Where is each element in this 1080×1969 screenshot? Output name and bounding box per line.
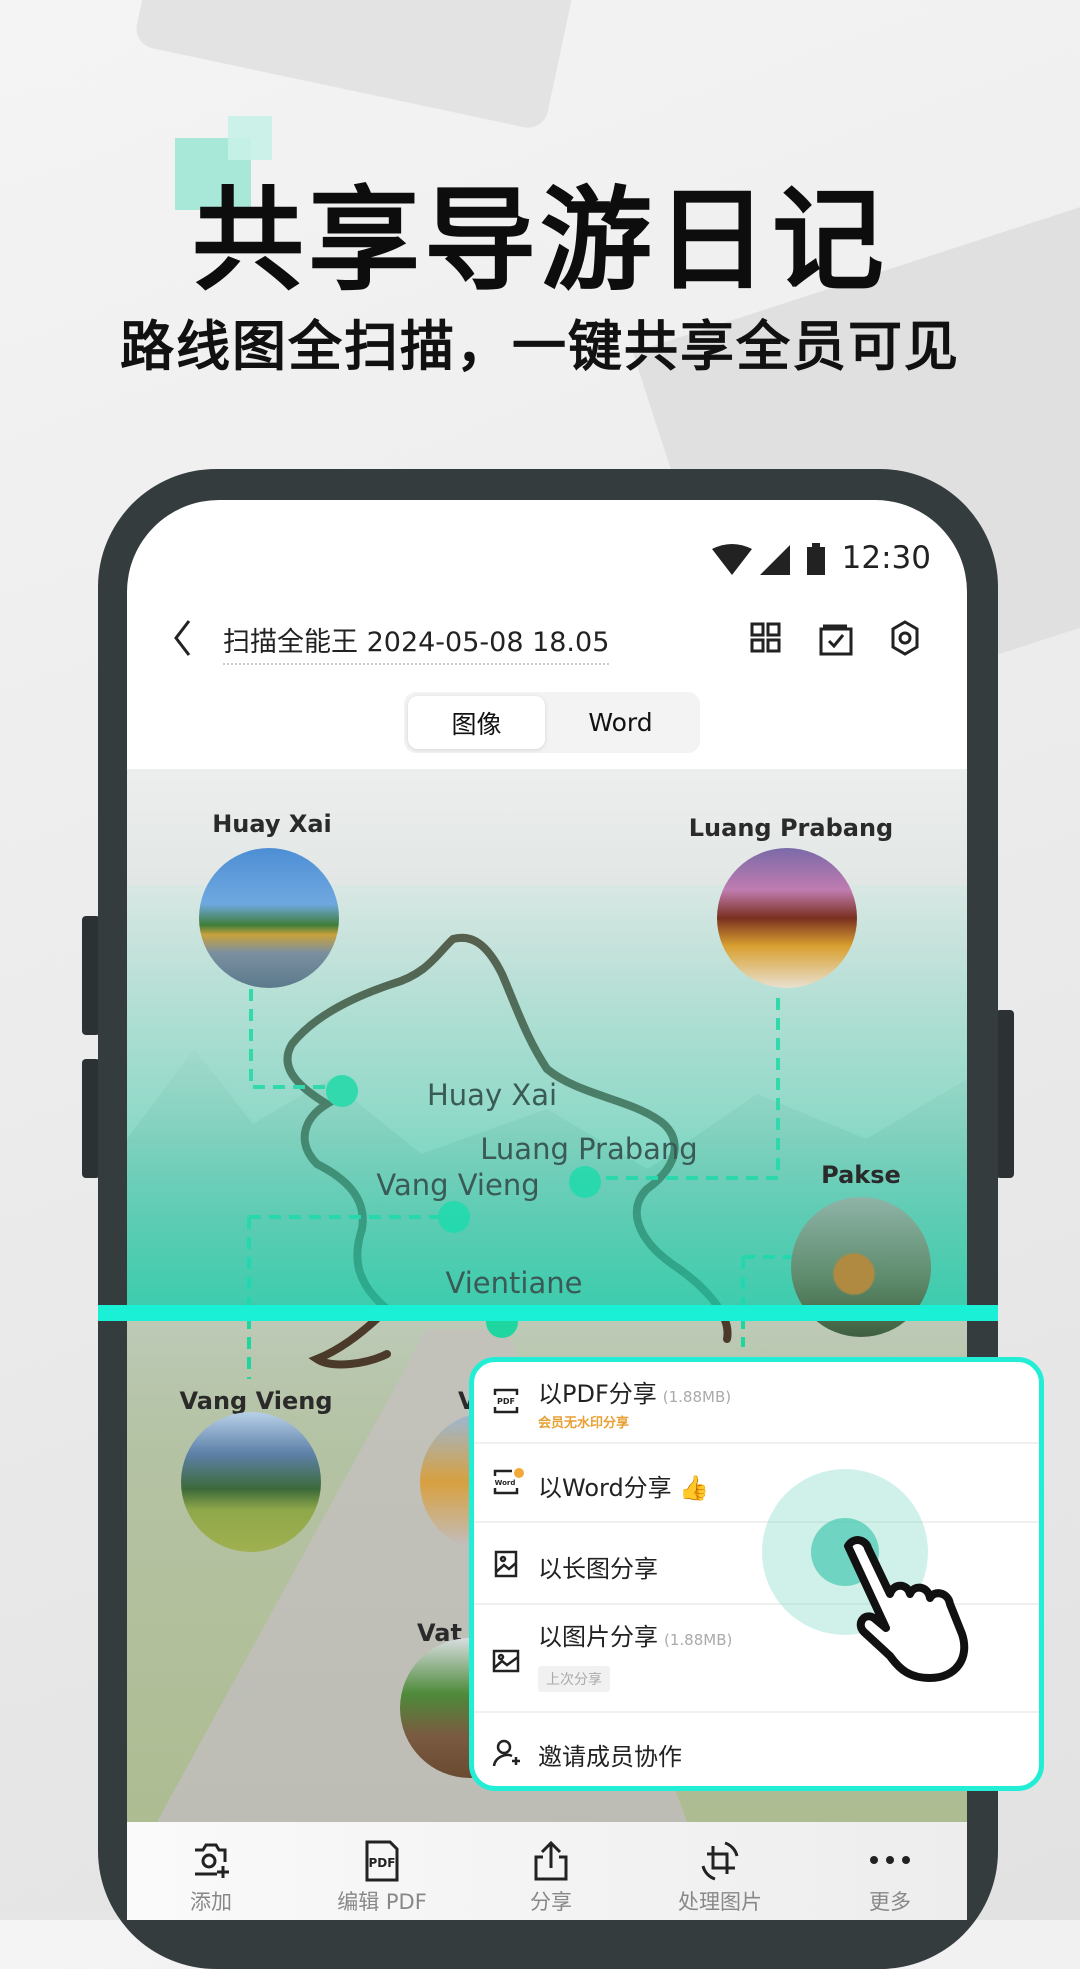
route-label-luang-prabang: Luang Prabang xyxy=(480,1132,698,1166)
svg-text:Word: Word xyxy=(495,1479,516,1487)
status-time: 12:30 xyxy=(841,540,931,576)
photo-label-luang-prabang: Luang Prabang xyxy=(688,814,894,842)
thumbs-up-icon: 👍 xyxy=(679,1474,710,1502)
share-pdf-item[interactable]: PDF 以PDF分享 (1.88MB) 会员无水印分享 xyxy=(474,1362,1039,1444)
share-long-image-label: 以长图分享 xyxy=(538,1555,658,1583)
scan-line xyxy=(98,1305,998,1321)
settings-icon[interactable] xyxy=(887,620,923,656)
wifi-icon xyxy=(712,544,752,575)
tab-image[interactable]: 图像 xyxy=(408,696,545,749)
pdf-icon: PDF xyxy=(493,1388,519,1414)
share-button[interactable]: 分享 xyxy=(481,1822,621,1920)
svg-text:PDF: PDF xyxy=(497,1397,515,1406)
view-toggle: 图像 Word xyxy=(404,692,700,753)
vip-note: 会员无水印分享 xyxy=(538,1416,630,1431)
route-label-vientiane: Vientiane xyxy=(445,1266,583,1300)
grid-view-icon[interactable] xyxy=(750,622,782,654)
photo-luang-prabang xyxy=(717,848,857,988)
invite-member-item[interactable]: 邀请成员协作 xyxy=(474,1713,1039,1786)
add-button[interactable]: 添加 xyxy=(141,1822,281,1920)
photo-label-pakse: Pakse xyxy=(821,1161,901,1189)
invite-member-label: 邀请成员协作 xyxy=(538,1743,682,1771)
share-word-item[interactable]: Word 以Word分享 👍 xyxy=(474,1444,1039,1523)
battery-icon xyxy=(807,547,825,575)
share-icon xyxy=(534,1840,568,1881)
share-image-label: 以图片分享 xyxy=(538,1623,658,1651)
add-user-icon xyxy=(492,1739,520,1767)
file-size: (1.88MB) xyxy=(664,1631,733,1649)
long-image-icon xyxy=(494,1550,518,1578)
share-menu: PDF 以PDF分享 (1.88MB) 会员无水印分享 Word 以Word分享 … xyxy=(469,1357,1044,1791)
edit-pdf-button[interactable]: PDF 编辑 PDF xyxy=(312,1822,452,1920)
more-icon xyxy=(870,1856,910,1864)
document-title[interactable]: 扫描全能王 2024-05-08 18.05 xyxy=(223,620,610,665)
phone-power-button xyxy=(996,1010,1014,1178)
photo-label-huay-xai: Huay Xai xyxy=(212,810,332,838)
process-image-button[interactable]: 处理图片 xyxy=(650,1822,790,1920)
route-label-huay-xai: Huay Xai xyxy=(427,1078,558,1112)
promo-subtitle: 路线图全扫描，一键共享全员可见 xyxy=(120,315,960,378)
more-button[interactable]: 更多 xyxy=(820,1822,960,1920)
back-icon[interactable] xyxy=(171,618,195,658)
share-word-label: 以Word分享 xyxy=(538,1474,672,1502)
camera-add-icon xyxy=(195,1843,229,1878)
photo-huay-xai xyxy=(199,848,339,988)
word-icon: Word xyxy=(493,1468,524,1495)
photo-vang-vieng xyxy=(181,1412,321,1552)
file-size: (1.88MB) xyxy=(662,1388,732,1406)
photo-label-vang-vieng: Vang Vieng xyxy=(179,1387,333,1415)
signal-icon xyxy=(760,545,790,575)
image-icon xyxy=(492,1649,520,1673)
bottom-toolbar: 添加 PDF 编辑 PDF 分享 处理图片 更多 xyxy=(127,1822,967,1920)
multi-select-icon[interactable] xyxy=(819,620,855,656)
share-pdf-label: 以PDF分享 xyxy=(538,1380,657,1408)
status-icons xyxy=(712,543,825,575)
pointing-hand-icon xyxy=(844,1536,969,1682)
svg-text:PDF: PDF xyxy=(369,1856,396,1870)
background-shape xyxy=(132,0,588,132)
last-shared-tag: 上次分享 xyxy=(538,1666,610,1692)
crop-rotate-icon xyxy=(701,1841,739,1881)
pdf-edit-icon: PDF xyxy=(365,1840,399,1882)
promo-title: 共享导游日记 xyxy=(192,176,888,306)
tab-word[interactable]: Word xyxy=(545,696,696,749)
route-label-vang-vieng: Vang Vieng xyxy=(376,1168,540,1202)
